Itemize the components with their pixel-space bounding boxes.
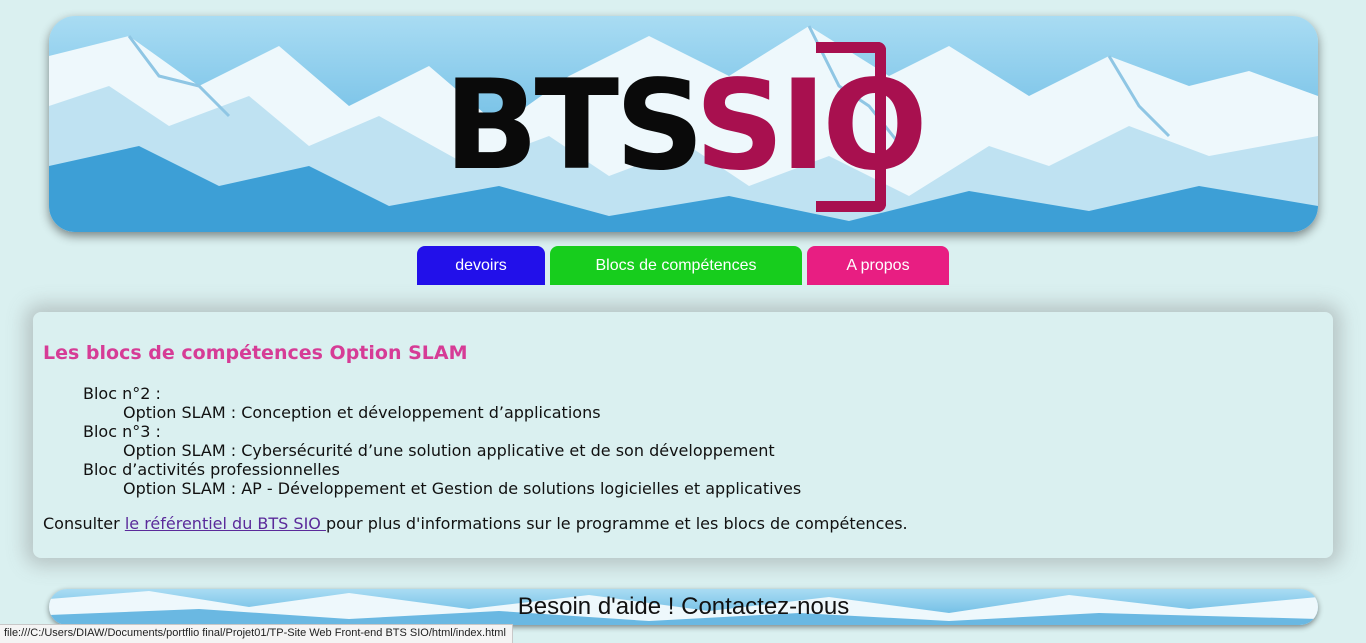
- blocs-list: Bloc n°2 : Option SLAM : Conception et d…: [83, 384, 801, 498]
- consult-paragraph: Consulter le référentiel du BTS SIO pour…: [43, 514, 908, 533]
- consult-prefix: Consulter: [43, 514, 125, 533]
- nav-blocs-button[interactable]: Blocs de compétences: [550, 246, 802, 285]
- header-banner: BTSSIO: [49, 16, 1318, 232]
- bts-sio-logo: BTSSIO: [444, 38, 928, 216]
- content-panel: Les blocs de compétences Option SLAM Blo…: [33, 312, 1333, 558]
- bloc-detail: Option SLAM : AP - Développement et Gest…: [123, 479, 802, 498]
- referentiel-link[interactable]: le référentiel du BTS SIO: [125, 514, 326, 533]
- bloc-detail: Option SLAM : Cybersécurité d’une soluti…: [123, 441, 775, 460]
- section-title: Les blocs de compétences Option SLAM: [43, 342, 468, 364]
- bloc-label: Bloc n°3 :: [83, 422, 161, 441]
- bloc-detail: Option SLAM : Conception et développemen…: [123, 403, 601, 422]
- logo-bts-text: BTS: [444, 54, 699, 198]
- browser-status-bar: file:///C:/Users/DIAW/Documents/portflio…: [0, 624, 513, 643]
- consult-suffix: pour plus d'informations sur le programm…: [325, 514, 908, 533]
- bloc-label: Bloc d’activités professionnelles: [83, 460, 340, 479]
- logo-bracket-shape: [816, 42, 886, 212]
- footer-banner: Besoin d'aide ! Contactez-nous: [49, 589, 1318, 625]
- logo-sio-text: SIO: [694, 54, 928, 198]
- bloc-label: Bloc n°2 :: [83, 384, 161, 403]
- nav-devoirs-button[interactable]: devoirs: [417, 246, 545, 285]
- contact-text[interactable]: Besoin d'aide ! Contactez-nous: [49, 593, 1318, 621]
- nav-apropos-button[interactable]: A propos: [807, 246, 949, 285]
